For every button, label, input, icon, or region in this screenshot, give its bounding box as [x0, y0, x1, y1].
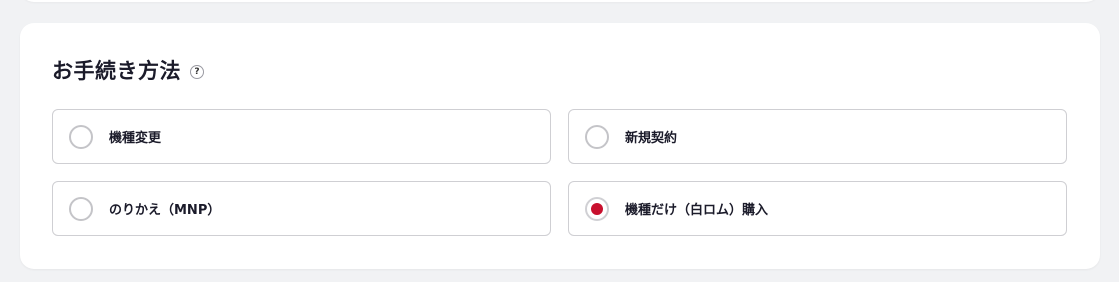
procedure-method-card: お手続き方法 ? 機種変更 新規契約 のりかえ（MNP） 機種だけ（白ロム）購入 [20, 23, 1100, 269]
option-label: のりかえ（MNP） [109, 203, 221, 218]
option-label: 新規契約 [625, 131, 678, 146]
option-mnp-switch[interactable]: のりかえ（MNP） [52, 181, 551, 236]
radio-button[interactable] [585, 196, 609, 221]
option-model-change[interactable]: 機種変更 [52, 109, 551, 164]
radio-button[interactable] [69, 124, 93, 149]
option-label: 機種だけ（白ロム）購入 [625, 203, 769, 218]
radio-dot [591, 202, 603, 215]
help-icon[interactable]: ? [190, 64, 204, 79]
radio-button[interactable] [69, 196, 93, 221]
radio-button[interactable] [585, 124, 609, 149]
option-new-contract[interactable]: 新規契約 [568, 109, 1067, 164]
option-device-only-purchase[interactable]: 機種だけ（白ロム）購入 [568, 181, 1067, 236]
section-title: お手続き方法 [52, 59, 181, 83]
option-label: 機種変更 [109, 131, 162, 146]
section-header: お手続き方法 ? [52, 55, 204, 85]
previous-section-card [20, 0, 1100, 2]
